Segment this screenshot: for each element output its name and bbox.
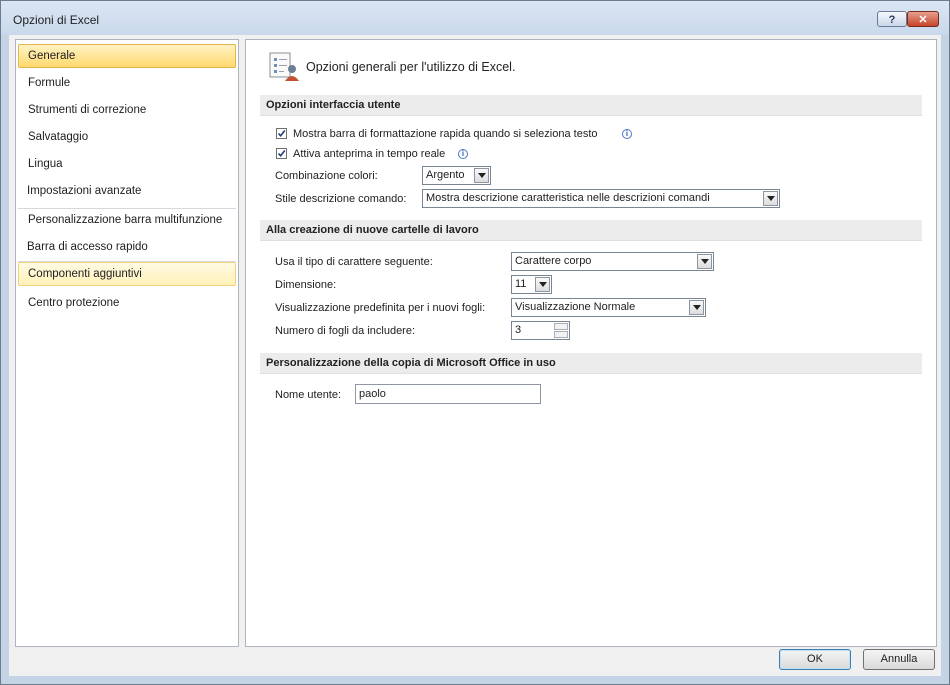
color-scheme-select[interactable]: Argento [422, 166, 491, 185]
nav-item-lingua[interactable]: Lingua [18, 152, 236, 176]
general-options-icon [266, 50, 302, 82]
sheets-count-stepper[interactable]: 3 [511, 321, 570, 340]
default-view-value: Visualizzazione Normale [515, 301, 636, 313]
nav-item-generale[interactable]: Generale [18, 44, 236, 68]
info-icon[interactable]: i [458, 149, 468, 159]
chevron-down-icon[interactable] [763, 191, 778, 206]
nav-item-centro-protezione[interactable]: Centro protezione [18, 291, 236, 315]
nav-item-salvataggio[interactable]: Salvataggio [18, 125, 236, 149]
font-select[interactable]: Carattere corpo [511, 252, 714, 271]
excel-options-dialog: Opzioni di Excel ? ✕ Generale Formule St… [0, 0, 950, 685]
help-button[interactable]: ? [877, 11, 907, 27]
section-header-personalize: Personalizzazione della copia di Microso… [260, 353, 922, 374]
mini-toolbar-checkbox[interactable] [276, 128, 287, 139]
color-scheme-value: Argento [426, 169, 465, 181]
size-value: 11 [515, 278, 527, 290]
window-title: Opzioni di Excel [13, 13, 100, 27]
chevron-down-icon[interactable] [697, 254, 712, 269]
username-label: Nome utente: [275, 389, 342, 401]
close-button[interactable]: ✕ [907, 11, 939, 27]
default-view-label: Visualizzazione predefinita per i nuovi … [275, 302, 486, 314]
size-select[interactable]: 11 [511, 275, 552, 294]
section-header-new-workbooks: Alla creazione di nuove cartelle di lavo… [260, 220, 922, 241]
info-icon[interactable]: i [622, 129, 632, 139]
page-title: Opzioni generali per l'utilizzo di Excel… [306, 60, 516, 74]
section-header-ui-options: Opzioni interfaccia utente [260, 95, 922, 116]
options-panel: Opzioni generali per l'utilizzo di Excel… [245, 39, 937, 647]
nav-item-personalizzazione-barra[interactable]: Personalizzazione barra multifunzione [18, 208, 236, 232]
nav-item-strumenti-correzione[interactable]: Strumenti di correzione [18, 98, 236, 122]
nav-item-formule[interactable]: Formule [18, 71, 236, 95]
ok-button[interactable]: OK [779, 649, 851, 670]
size-label: Dimensione: [275, 279, 337, 291]
default-view-select[interactable]: Visualizzazione Normale [511, 298, 706, 317]
live-preview-checkbox[interactable] [276, 148, 287, 159]
tooltip-style-label: Stile descrizione comando: [275, 193, 407, 205]
sheets-count-value: 3 [515, 324, 522, 336]
chevron-down-icon[interactable] [535, 277, 550, 292]
chevron-down-icon[interactable] [689, 300, 704, 315]
color-scheme-label: Combinazione colori: [275, 170, 378, 182]
font-value: Carattere corpo [515, 255, 592, 267]
tooltip-style-select[interactable]: Mostra descrizione caratteristica nelle … [422, 189, 780, 208]
nav-item-componenti-aggiuntivi[interactable]: Componenti aggiuntivi [18, 262, 236, 286]
spin-up-button[interactable] [554, 323, 568, 330]
username-input[interactable]: paolo [355, 384, 541, 404]
live-preview-label[interactable]: Attiva anteprima in tempo reale [293, 148, 445, 160]
category-nav: Generale Formule Strumenti di correzione… [15, 39, 239, 647]
sheets-count-label: Numero di fogli da includere: [275, 325, 416, 337]
dialog-client-area: Generale Formule Strumenti di correzione… [9, 35, 941, 676]
tooltip-style-value: Mostra descrizione caratteristica nelle … [426, 192, 710, 204]
mini-toolbar-label[interactable]: Mostra barra di formattazione rapida qua… [293, 128, 598, 140]
chevron-down-icon[interactable] [474, 168, 489, 183]
title-bar[interactable]: Opzioni di Excel ? ✕ [1, 1, 949, 35]
spin-down-button[interactable] [554, 331, 568, 338]
cancel-button[interactable]: Annulla [863, 649, 935, 670]
font-label: Usa il tipo di carattere seguente: [275, 256, 433, 268]
nav-item-barra-accesso-rapido[interactable]: Barra di accesso rapido [18, 235, 236, 259]
nav-item-impostazioni-avanzate[interactable]: Impostazioni avanzate [18, 179, 236, 203]
